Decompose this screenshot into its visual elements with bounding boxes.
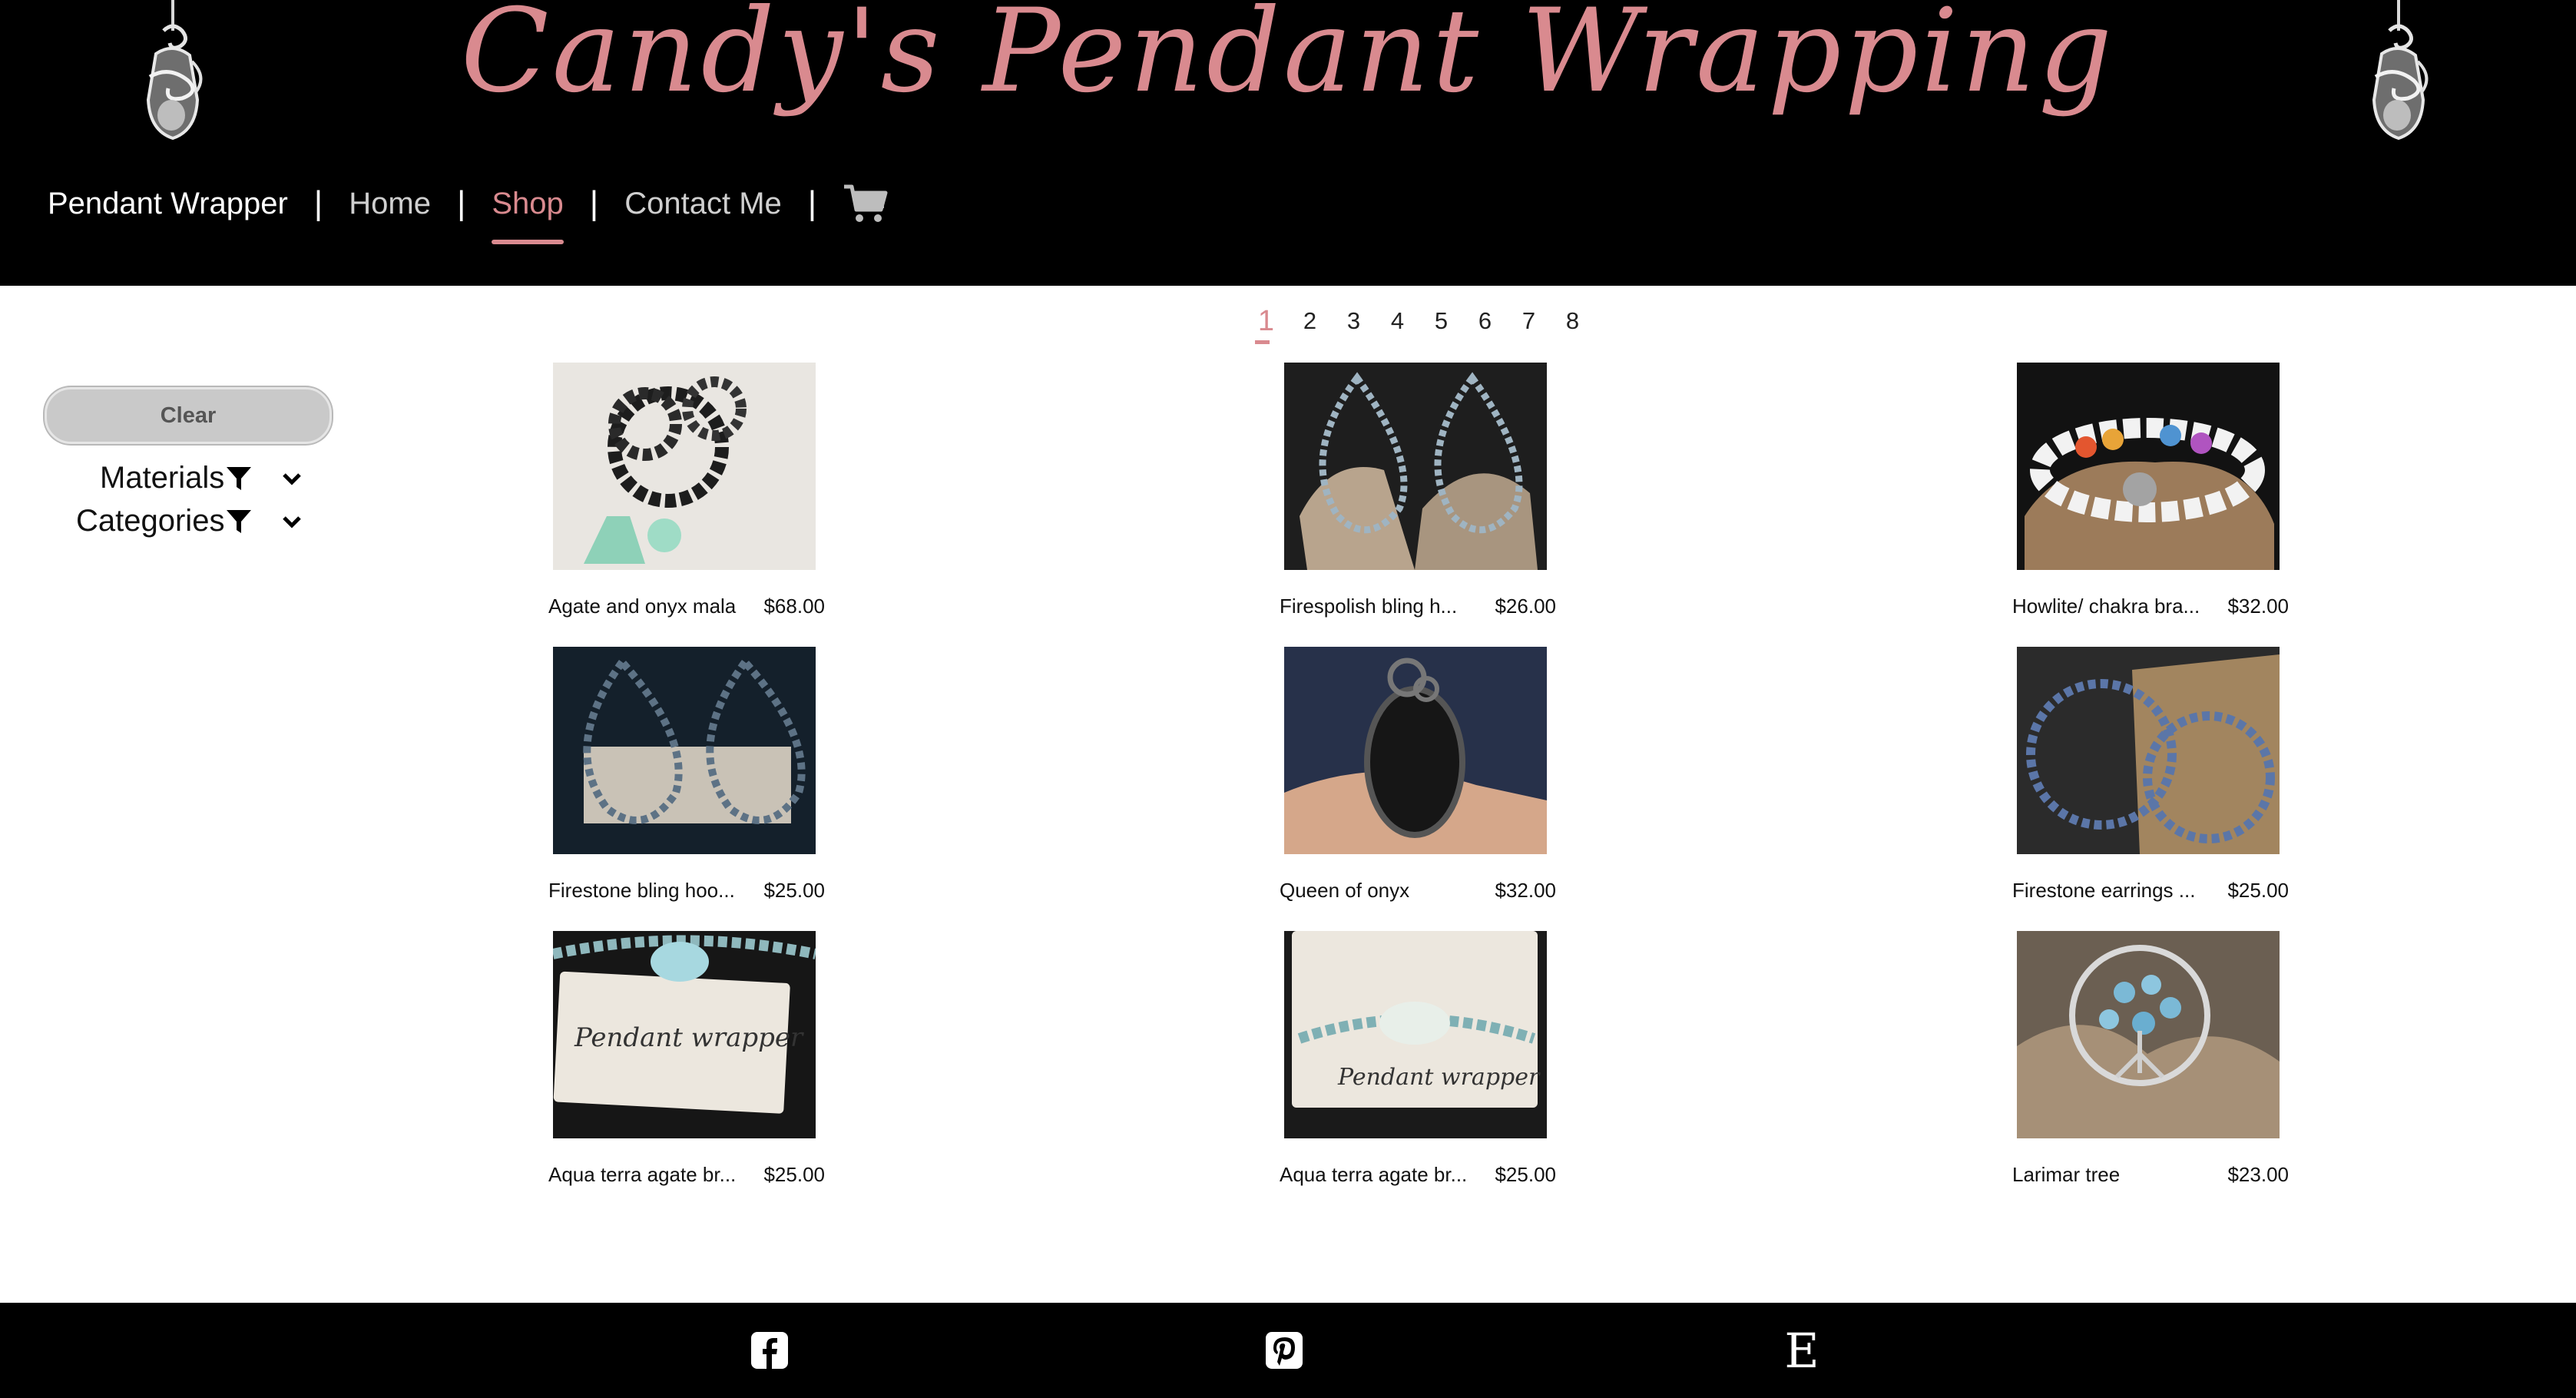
pendant-charm-icon <box>2372 0 2429 141</box>
product-name: Aqua terra agate br... <box>548 1163 737 1186</box>
product-price: $32.00 <box>1495 879 1556 902</box>
card-text: Pendant wrapper <box>1337 1064 1541 1091</box>
product-image[interactable]: Pendant wrapper <box>553 931 816 1138</box>
product-name: Queen of onyx <box>1280 879 1410 902</box>
brand-link[interactable]: Pendant Wrapper <box>48 187 288 221</box>
page-link-4[interactable]: 4 <box>1376 300 1419 343</box>
page-link-7[interactable]: 7 <box>1507 300 1551 343</box>
product-image[interactable]: Pendant wrapper <box>1284 931 1547 1138</box>
card-text: Pendant wrapper <box>574 1022 804 1053</box>
filter-icon <box>227 466 252 490</box>
nav-home[interactable]: Home <box>349 187 431 221</box>
product-name: Aqua terra agate br... <box>1280 1163 1468 1186</box>
product-price: $26.00 <box>1495 595 1556 618</box>
facebook-icon[interactable] <box>750 1330 790 1370</box>
product-price: $25.00 <box>763 879 825 902</box>
product-image[interactable] <box>2017 647 2280 854</box>
product-name: Howlite/ chakra bra... <box>2012 595 2200 618</box>
product-name: Firespolish bling h... <box>1280 595 1458 618</box>
product-price: $68.00 <box>763 595 825 618</box>
etsy-icon[interactable]: E <box>1782 1324 1822 1378</box>
filter-label: Materials <box>100 461 225 495</box>
chevron-down-icon[interactable] <box>280 509 304 534</box>
page-link-8[interactable]: 8 <box>1551 300 1594 343</box>
product-price: $25.00 <box>1495 1163 1556 1186</box>
product-image[interactable] <box>553 363 816 570</box>
site-title: Candy's Pendant Wrapping <box>460 0 2116 118</box>
product-image[interactable] <box>2017 363 2280 570</box>
pagination: 1 2 3 4 5 6 7 8 <box>1244 300 1594 344</box>
nav-separator: | <box>456 184 466 222</box>
product-image[interactable] <box>2017 931 2280 1138</box>
nav-separator: | <box>589 184 599 222</box>
product-name: Firestone bling hoo... <box>548 879 735 902</box>
product-price: $32.00 <box>2227 595 2289 618</box>
filter-materials[interactable]: Materials <box>100 461 304 495</box>
page-link-5[interactable]: 5 <box>1419 300 1463 343</box>
clear-filters-button[interactable]: Clear <box>45 387 332 444</box>
product-price: $25.00 <box>763 1163 825 1186</box>
main-nav: Pendant Wrapper | Home | Shop | Contact … <box>48 181 889 244</box>
pinterest-icon[interactable] <box>1264 1330 1304 1370</box>
site-footer: E <box>0 1303 2576 1398</box>
product-image[interactable] <box>553 647 816 854</box>
site-header: Candy's Pendant Wrapping Pendant Wrapper… <box>0 0 2576 286</box>
nav-contact-me[interactable]: Contact Me <box>624 187 782 221</box>
nav-separator: | <box>807 184 817 222</box>
filter-label: Categories <box>76 504 225 538</box>
chevron-down-icon[interactable] <box>280 466 304 491</box>
product-image[interactable] <box>1284 647 1547 854</box>
page-link-2[interactable]: 2 <box>1288 300 1332 343</box>
filter-categories[interactable]: Categories <box>76 504 304 538</box>
product-name: Larimar tree <box>2012 1163 2121 1186</box>
nav-shop[interactable]: Shop <box>492 187 565 244</box>
product-name: Agate and onyx mala <box>548 595 737 618</box>
product-image[interactable] <box>1284 363 1547 570</box>
page-link-1[interactable]: 1 <box>1244 300 1288 344</box>
filter-icon <box>227 509 252 533</box>
nav-separator: | <box>313 184 323 222</box>
product-price: $25.00 <box>2227 879 2289 902</box>
page-link-3[interactable]: 3 <box>1332 300 1376 343</box>
shopping-cart-icon[interactable] <box>843 182 889 225</box>
page-link-6[interactable]: 6 <box>1463 300 1507 343</box>
product-name: Firestone earrings ... <box>2012 879 2196 902</box>
product-price: $23.00 <box>2227 1163 2289 1186</box>
